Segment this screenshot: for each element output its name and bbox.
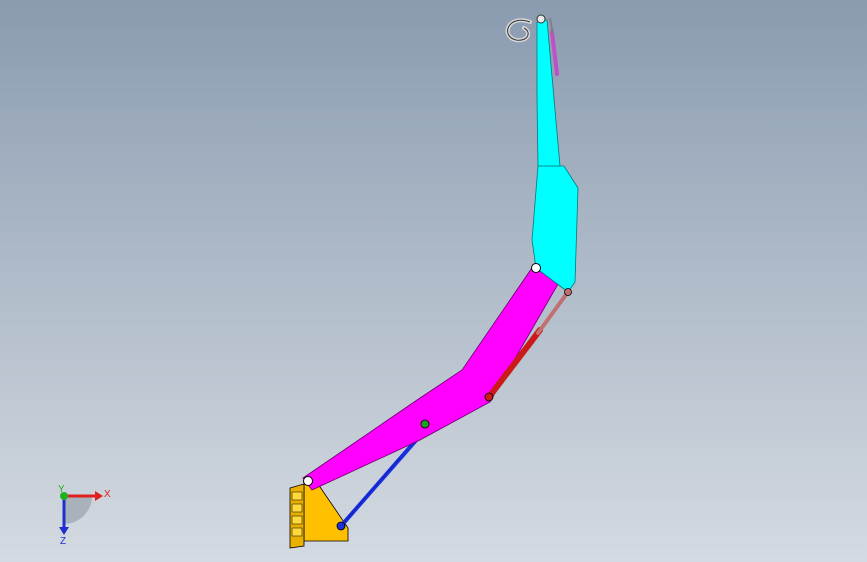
crane-model-view: X Y Z (58, 14, 579, 549)
coordinate-triad: X Y Z (58, 484, 111, 547)
y-axis-label: Y (58, 484, 65, 495)
boom-joint-pin (531, 263, 541, 273)
hook-pulley (536, 14, 546, 24)
cad-viewport[interactable]: X Y Z (0, 0, 867, 562)
base-bolt-row-4 (291, 527, 303, 537)
base-bolt-row-3 (291, 515, 303, 525)
upper-boom-tip-section (536, 19, 561, 167)
x-axis-label: X (104, 489, 111, 500)
main-boom[interactable] (302, 261, 566, 491)
lower-cylinder-base-pin (336, 521, 346, 531)
triad-shadow (64, 496, 92, 524)
tip-cylinder-body (550, 30, 559, 76)
base-bolt-row-2 (291, 503, 303, 513)
base-bolt-row-1 (291, 491, 303, 501)
mid-boom-pin (420, 419, 430, 429)
hook-outline (507, 19, 531, 41)
z-axis-arrowhead (59, 527, 69, 535)
x-axis-arrowhead (95, 491, 103, 501)
base-pivot-pin (303, 476, 313, 486)
upper-cylinder-upper-pin (564, 288, 572, 296)
base-plate (303, 483, 349, 542)
crane-base[interactable] (289, 483, 349, 549)
upper-cylinder-lower-pin (484, 392, 494, 402)
z-axis-label: Z (60, 536, 66, 547)
